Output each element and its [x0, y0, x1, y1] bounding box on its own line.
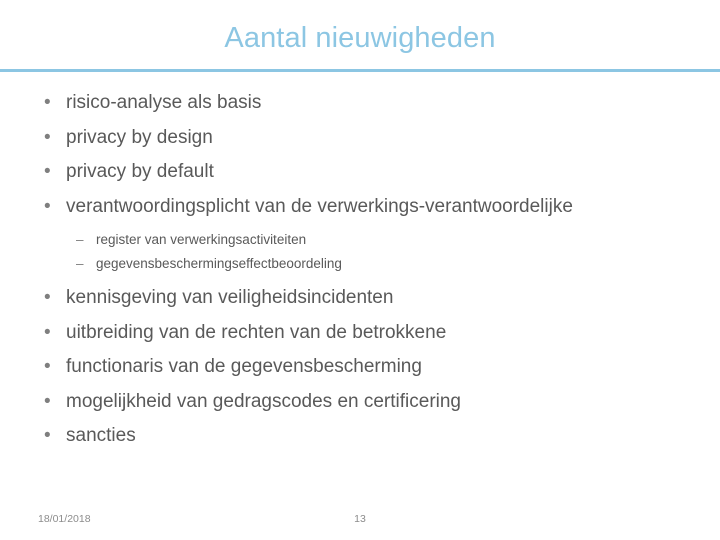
footer-date: 18/01/2018: [38, 513, 91, 525]
bullet-dot-icon: •: [44, 161, 51, 182]
list-item: • functionaris van de gegevensbeschermin…: [38, 350, 698, 385]
bullet-dot-icon: •: [44, 321, 51, 343]
sub-list-item: – register van verwerkingsactiviteiten: [38, 228, 698, 252]
list-item-label: mogelijkheid van gedragscodes en certifi…: [66, 390, 462, 412]
list-item-label: privacy by design: [66, 126, 213, 148]
list-item-label: risico-analyse als basis: [66, 92, 262, 113]
list-item-label: kennisgeving van veiligheidsincidenten: [66, 287, 394, 308]
bullet-dot-icon: •: [44, 425, 51, 446]
bullet-dot-icon: •: [44, 287, 51, 308]
list-item: • mogelijkheid van gedragscodes en certi…: [38, 385, 698, 420]
list-item: • privacy by default: [38, 155, 698, 190]
slide-canvas: Aantal nieuwigheden • risico-analyse als…: [0, 0, 720, 540]
list-item: • sancties: [38, 419, 698, 454]
list-item-label: uitbreiding van de rechten van de betrok…: [66, 321, 447, 343]
slide-content-body: • risico-analyse als basis • privacy by …: [38, 86, 698, 454]
sub-list-item-label: register van verwerkingsactiviteiten: [96, 232, 307, 247]
sub-bullet-list: – register van verwerkingsactiviteiten –…: [38, 228, 698, 276]
sub-list-item: – gegevensbeschermingseffectbeoordeling: [38, 252, 698, 276]
bullet-dot-icon: •: [44, 356, 51, 377]
list-item: • verantwoordingsplicht van de verwerkin…: [38, 190, 698, 225]
list-item-label: verantwoordingsplicht van de verwerkings…: [66, 195, 573, 217]
list-item-label: privacy by default: [66, 161, 214, 182]
list-item: • privacy by design: [38, 121, 698, 156]
bullet-dot-icon: •: [44, 92, 51, 113]
list-item-label: sancties: [66, 425, 136, 446]
list-item: • uitbreiding van de rechten van de betr…: [38, 316, 698, 351]
bullet-dash-icon: –: [76, 232, 84, 247]
bullet-dot-icon: •: [44, 195, 51, 217]
page-title: Aantal nieuwigheden: [224, 22, 496, 54]
footer-page-number: 13: [354, 513, 366, 525]
list-item: • risico-analyse als basis: [38, 86, 698, 121]
title-divider: [0, 69, 720, 72]
bullet-dot-icon: •: [44, 126, 51, 148]
bullet-dot-icon: •: [44, 390, 51, 412]
sub-list-item-label: gegevensbeschermingseffectbeoordeling: [96, 256, 342, 271]
list-item-label: functionaris van de gegevensbescherming: [66, 356, 422, 377]
list-item: • kennisgeving van veiligheidsincidenten: [38, 281, 698, 316]
sub-list-container: – register van verwerkingsactiviteiten –…: [38, 228, 698, 276]
bullet-dash-icon: –: [76, 256, 84, 271]
bullet-list: • risico-analyse als basis • privacy by …: [38, 86, 698, 454]
